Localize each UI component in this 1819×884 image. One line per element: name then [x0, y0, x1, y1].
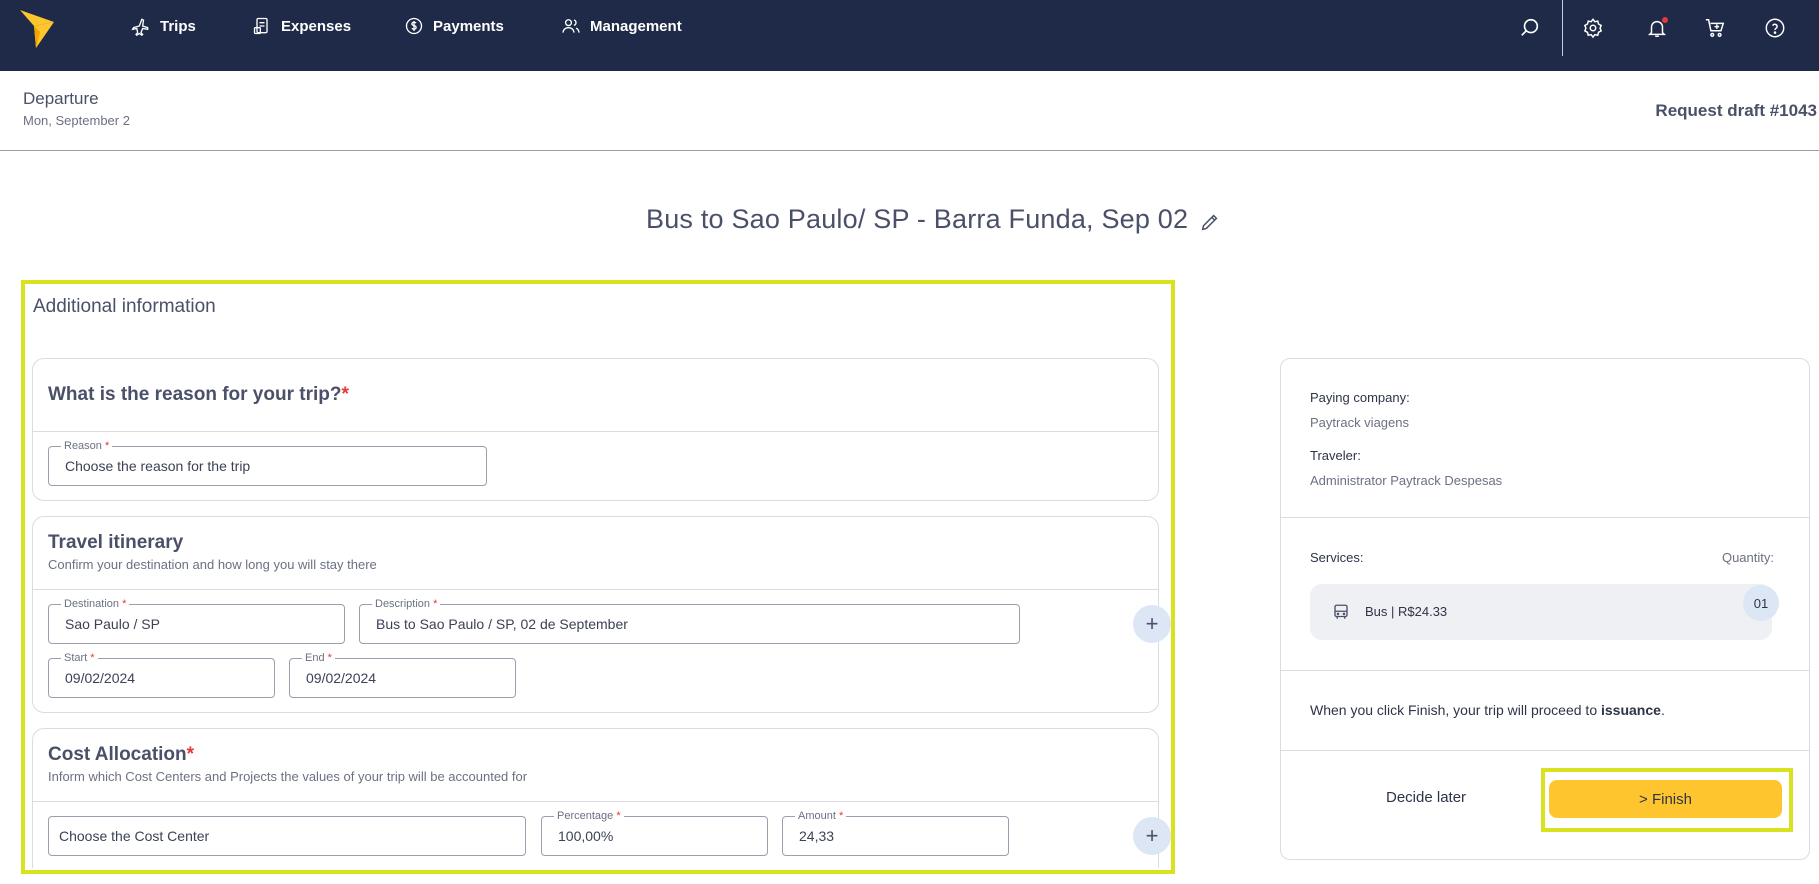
- search-icon: [1521, 18, 1539, 36]
- service-text: Bus | R$24.33: [1365, 604, 1448, 619]
- service-item-bus[interactable]: Bus | R$24.33: [1310, 584, 1772, 640]
- traveler-label: Traveler:: [1310, 448, 1361, 463]
- cost-center-placeholder: Choose the Cost Center: [59, 828, 210, 844]
- itinerary-subtitle: Confirm your destination and how long yo…: [48, 557, 377, 572]
- finish-note: When you click Finish, your trip will pr…: [1310, 702, 1665, 718]
- nav-item-management[interactable]: Management: [561, 0, 682, 52]
- plus-icon: +: [1145, 823, 1159, 848]
- description-field[interactable]: Description * Bus to Sao Paulo / SP, 02 …: [359, 597, 1020, 644]
- amount-label: Amount *: [795, 809, 847, 823]
- bus-icon: [1334, 604, 1348, 619]
- traveler-value: Administrator Paytrack Despesas: [1310, 473, 1503, 488]
- add-destination-button[interactable]: +: [1133, 605, 1171, 643]
- top-navbar: Trips Expenses Payments Management: [0, 0, 1819, 71]
- cost-allocation-subtitle: Inform which Cost Centers and Projects t…: [48, 769, 528, 784]
- cost-allocation-card: Cost Allocation* Inform which Cost Cente…: [32, 728, 1159, 868]
- search-button[interactable]: [1516, 14, 1544, 42]
- finish-button[interactable]: > Finish: [1549, 780, 1782, 818]
- amount-value: 24,33: [799, 828, 835, 844]
- quantity-label: Quantity:: [1721, 550, 1774, 565]
- request-draft-label: Request draft #1043: [1655, 101, 1817, 120]
- destination-label: Destination *: [61, 597, 130, 611]
- trip-title: Bus to Sao Paulo/ SP - Barra Funda, Sep …: [646, 204, 1189, 234]
- pencil-icon[interactable]: [1199, 211, 1221, 233]
- summary-divider: [1281, 670, 1809, 671]
- end-label: End *: [302, 651, 335, 665]
- service-quantity-badge: 01: [1743, 585, 1779, 621]
- cost-center-select[interactable]: Choose the Cost Center: [48, 816, 526, 856]
- nav-item-label: Trips: [160, 17, 196, 35]
- trip-subheader: Departure Mon, September 2 Request draft…: [0, 71, 1819, 151]
- card-divider: [33, 431, 1158, 432]
- start-value: 09/02/2024: [65, 670, 136, 686]
- destination-field[interactable]: Destination * Sao Paulo / SP: [48, 597, 345, 644]
- percentage-field[interactable]: Percentage * 100,00%: [541, 809, 768, 856]
- settings-button[interactable]: [1579, 14, 1607, 42]
- nav-item-expenses[interactable]: Expenses: [252, 0, 351, 52]
- reason-field-label: Reason *: [61, 439, 113, 453]
- plane-icon: [131, 18, 149, 36]
- cart-button[interactable]: [1701, 14, 1729, 42]
- paying-company-label: Paying company:: [1310, 390, 1410, 405]
- description-value: Bus to Sao Paulo / SP, 02 de September: [376, 616, 628, 632]
- end-date-field[interactable]: End * 09/02/2024: [289, 651, 516, 698]
- departure-label: Departure: [23, 89, 99, 108]
- nav-divider: [1562, 0, 1563, 56]
- notification-dot: [1662, 17, 1668, 23]
- receipt-icon: [253, 17, 268, 35]
- cost-allocation-heading: Cost Allocation*: [48, 744, 195, 765]
- help-button[interactable]: [1761, 14, 1789, 42]
- notifications-button[interactable]: [1643, 14, 1671, 42]
- summary-divider: [1281, 750, 1809, 751]
- end-value: 09/02/2024: [306, 670, 377, 686]
- departure-date: Mon, September 2: [23, 113, 130, 128]
- itinerary-card: Travel itinerary Confirm your destinatio…: [32, 516, 1159, 713]
- nav-item-label: Expenses: [281, 17, 352, 35]
- description-label: Description *: [372, 597, 441, 611]
- logo-icon[interactable]: [20, 8, 56, 50]
- destination-value: Sao Paulo / SP: [65, 616, 160, 632]
- users-icon: [562, 19, 580, 33]
- additional-info-title: Additional information: [33, 296, 216, 317]
- summary-divider: [1281, 517, 1809, 518]
- reason-heading: What is the reason for your trip?*: [48, 384, 349, 405]
- start-date-field[interactable]: Start * 09/02/2024: [48, 651, 275, 698]
- add-cost-center-button[interactable]: +: [1133, 817, 1171, 855]
- gear-icon: [1583, 18, 1603, 39]
- cart-icon: [1705, 19, 1725, 37]
- nav-item-label: Payments: [433, 17, 504, 35]
- percentage-value: 100,00%: [558, 828, 614, 844]
- decide-later-button[interactable]: Decide later: [1386, 789, 1466, 806]
- paying-company-value: Paytrack viagens: [1310, 415, 1409, 430]
- reason-placeholder: Choose the reason for the trip: [65, 458, 251, 474]
- card-divider: [33, 801, 1158, 802]
- reason-select[interactable]: Reason * Choose the reason for the trip: [48, 439, 487, 486]
- dollar-coin-icon: [405, 17, 423, 35]
- nav-item-payments[interactable]: Payments: [404, 0, 504, 52]
- services-label: Services:: [1310, 550, 1364, 565]
- start-label: Start *: [61, 651, 98, 665]
- card-divider: [33, 589, 1158, 590]
- help-icon: [1765, 18, 1785, 38]
- amount-field[interactable]: Amount * 24,33: [782, 809, 1009, 856]
- nav-item-trips[interactable]: Trips: [131, 0, 196, 52]
- nav-item-label: Management: [590, 17, 682, 35]
- reason-card: What is the reason for your trip?* Reaso…: [32, 358, 1159, 501]
- plus-icon: +: [1145, 611, 1159, 636]
- itinerary-heading: Travel itinerary: [48, 532, 184, 553]
- percentage-label: Percentage *: [554, 809, 624, 823]
